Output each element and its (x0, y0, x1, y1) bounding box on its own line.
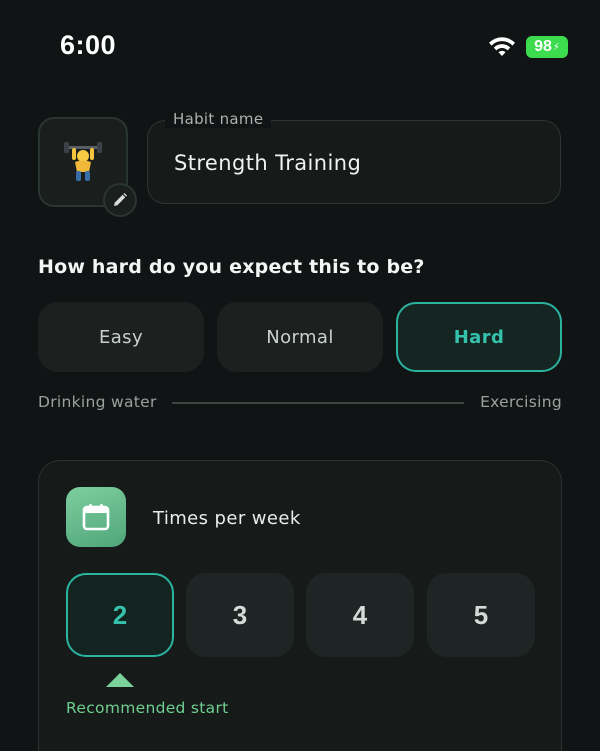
habit-name-label: Habit name (165, 110, 272, 128)
recommendation-label: Recommended start (66, 699, 229, 717)
habit-name-value[interactable]: Strength Training (174, 151, 361, 175)
pencil-icon (114, 193, 127, 206)
battery-level: 98 (534, 38, 552, 55)
times-option-2[interactable]: 2 (66, 573, 174, 657)
battery-indicator: 98 ⚡ (526, 36, 568, 58)
recommend-pointer-icon (106, 673, 134, 687)
status-time: 6:00 (60, 30, 117, 60)
times-option-3[interactable]: 3 (186, 573, 294, 657)
times-option-5[interactable]: 5 (427, 573, 535, 657)
difficulty-hard-button[interactable]: Hard (396, 302, 562, 372)
frequency-card: Times per week 2 3 4 5 Recommended start (38, 460, 562, 751)
scale-max-label: Exercising (480, 393, 562, 411)
difficulty-question: How hard do you expect this to be? (38, 256, 425, 278)
calendar-icon (66, 487, 126, 547)
habit-name-field[interactable]: Strength Training (147, 120, 561, 204)
difficulty-easy-button[interactable]: Easy (38, 302, 204, 372)
times-option-4[interactable]: 4 (306, 573, 414, 657)
scale-divider (172, 402, 464, 404)
person-lifting-weights-emoji (64, 142, 102, 181)
status-bar: 6:00 98 ⚡ (0, 0, 600, 95)
charging-bolt-icon: ⚡ (552, 41, 560, 53)
edit-emoji-button[interactable] (103, 183, 137, 217)
wifi-icon (489, 37, 515, 56)
difficulty-normal-button[interactable]: Normal (217, 302, 383, 372)
scale-min-label: Drinking water (38, 393, 157, 411)
frequency-title: Times per week (153, 508, 301, 529)
calendar-glyph (82, 504, 110, 531)
